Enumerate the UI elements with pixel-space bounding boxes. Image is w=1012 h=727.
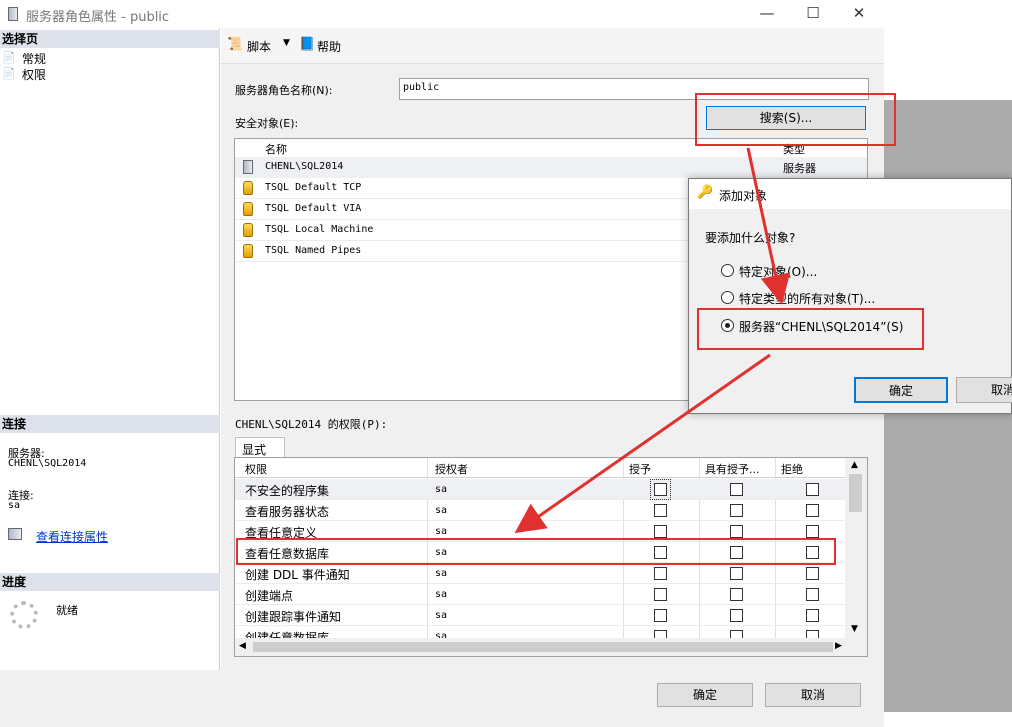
arrow-option-to-row [514,353,771,534]
arrow-search-to-option [746,147,791,305]
annotation-arrows [514,147,791,534]
